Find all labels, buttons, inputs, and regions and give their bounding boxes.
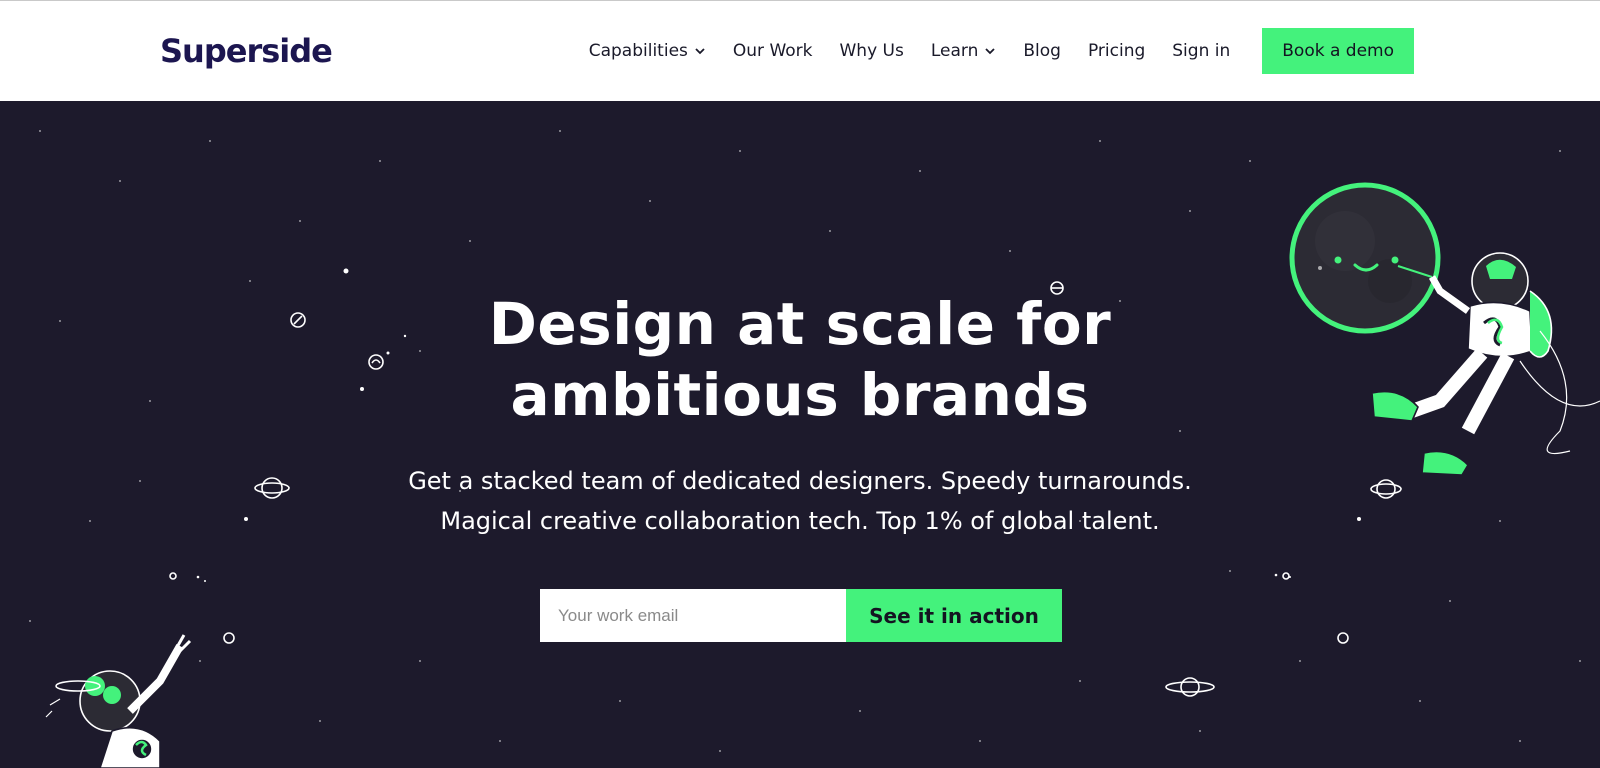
- hero-headline-line-1: Design at scale for: [488, 290, 1112, 358]
- site-header: Superside Capabilities Our Work Why Us L…: [0, 1, 1600, 101]
- starfield-background: [29, 130, 1600, 768]
- nav-why-us[interactable]: Why Us: [840, 41, 904, 61]
- chevron-down-icon: [985, 48, 996, 55]
- nav-capabilities-label: Capabilities: [588, 41, 688, 61]
- nav-our-work[interactable]: Our Work: [733, 41, 813, 61]
- nav-pricing-label: Pricing: [1087, 41, 1146, 61]
- nav-learn[interactable]: Learn: [931, 41, 997, 61]
- work-email-input[interactable]: [540, 589, 846, 642]
- book-demo-button[interactable]: Book a demo: [1262, 28, 1414, 74]
- nav-sign-in[interactable]: Sign in: [1172, 41, 1230, 61]
- nav-why-us-label: Why Us: [839, 41, 904, 61]
- hero-headline: Design at scale for ambitious brands: [0, 289, 1600, 431]
- hero-subheading: Get a stacked team of dedicated designer…: [0, 461, 1600, 541]
- hero-headline-line-2: ambitious brands: [510, 361, 1090, 429]
- logo-text: Superside: [160, 32, 333, 70]
- superside-logo[interactable]: Superside: [160, 31, 333, 71]
- nav-sign-in-label: Sign in: [1172, 41, 1231, 61]
- nav-blog-label: Blog: [1023, 41, 1061, 61]
- astronaut-illustration-left: [45, 634, 192, 768]
- nav-capabilities[interactable]: Capabilities: [589, 41, 706, 61]
- nav-pricing[interactable]: Pricing: [1088, 41, 1145, 61]
- hero-subheading-line-2: Magical creative collaboration tech. Top…: [440, 507, 1160, 535]
- chevron-down-icon: [695, 48, 705, 55]
- see-it-in-action-button[interactable]: See it in action: [846, 589, 1062, 642]
- main-nav: Capabilities Our Work Why Us Learn Blog …: [589, 28, 1414, 74]
- hero-subheading-line-1: Get a stacked team of dedicated designer…: [408, 467, 1192, 495]
- nav-blog[interactable]: Blog: [1023, 41, 1061, 61]
- hero-section: Design at scale for ambitious brands Get…: [0, 101, 1600, 768]
- nav-our-work-label: Our Work: [732, 41, 813, 61]
- nav-learn-label: Learn: [930, 41, 979, 61]
- email-signup-form: See it in action: [540, 589, 1062, 642]
